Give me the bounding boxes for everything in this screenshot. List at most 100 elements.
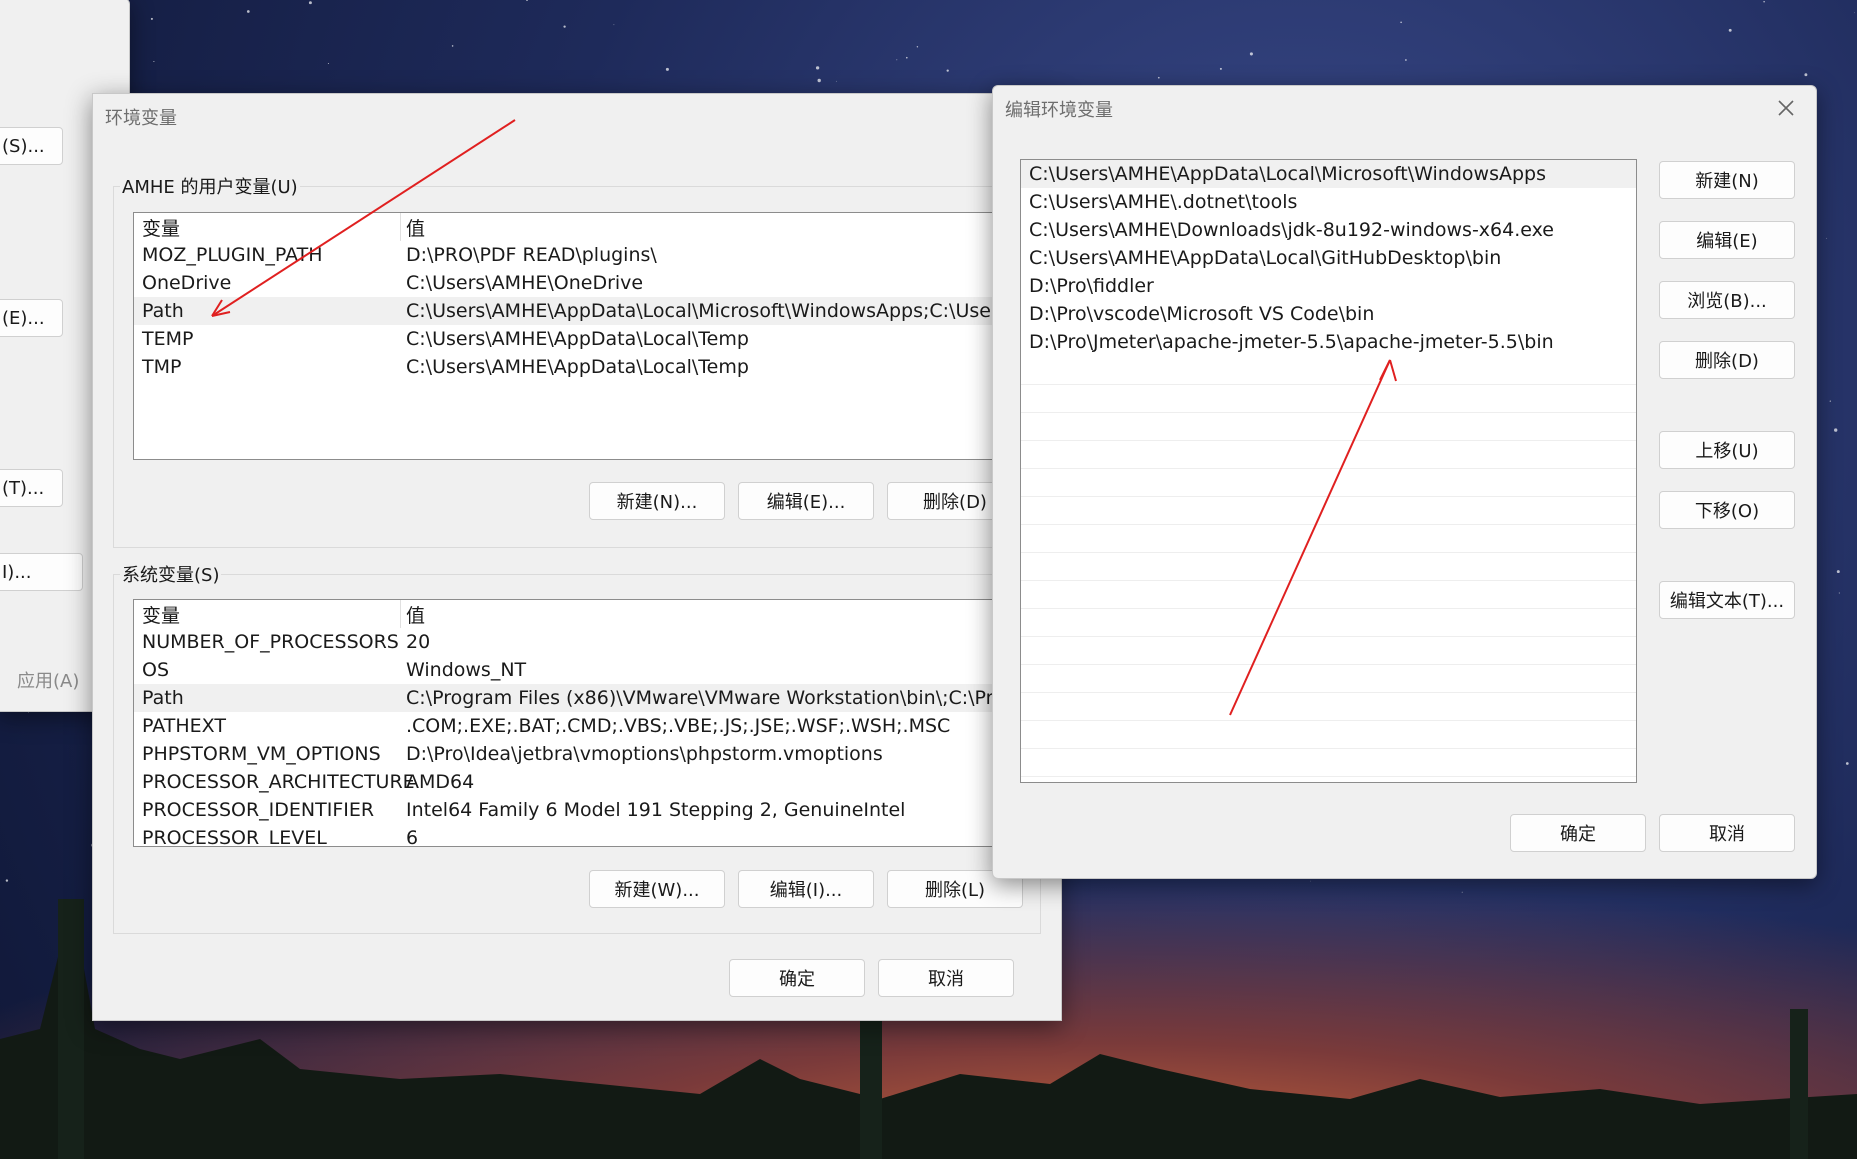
path-entry: C:\Users\AMHE\AppData\Local\Microsoft\Wi… [1029, 163, 1546, 185]
table-row[interactable]: NUMBER_OF_PROCESSORS 20 [134, 628, 1062, 656]
column-separator[interactable] [400, 213, 401, 241]
empty-list-row[interactable] [1021, 608, 1636, 637]
variable-value: 20 [406, 631, 431, 653]
empty-list-row[interactable] [1021, 580, 1636, 609]
env-ok-button[interactable]: 确定 [729, 959, 865, 997]
browse-button[interactable]: 浏览(B)... [1659, 281, 1795, 319]
variable-name: OS [142, 659, 170, 681]
empty-list-row[interactable] [1021, 552, 1636, 581]
variable-name: MOZ_PLUGIN_PATH [142, 244, 323, 266]
table-row[interactable]: TEMP C:\Users\AMHE\AppData\Local\Temp [134, 325, 1062, 353]
empty-list-row[interactable] [1021, 692, 1636, 721]
empty-list-row[interactable] [1021, 664, 1636, 693]
edit-entry-button[interactable]: 编辑(E) [1659, 221, 1795, 259]
variable-value: Intel64 Family 6 Model 191 Stepping 2, G… [406, 799, 906, 821]
variable-value: C:\Users\AMHE\OneDrive [406, 272, 644, 294]
table-row[interactable]: OneDrive C:\Users\AMHE\OneDrive [134, 269, 1062, 297]
env-dialog-title: 环境变量 [105, 108, 177, 129]
table-row[interactable]: PATHEXT .COM;.EXE;.BAT;.CMD;.VBS;.VBE;.J… [134, 712, 1062, 740]
variable-value: C:\Program Files (x86)\VMware\VMware Wor… [406, 687, 1035, 709]
column-header-variable[interactable]: 变量 [142, 214, 180, 241]
variable-name: TEMP [142, 328, 194, 350]
move-down-button[interactable]: 下移(O) [1659, 491, 1795, 529]
table-row[interactable]: PROCESSOR_IDENTIFIER Intel64 Family 6 Mo… [134, 796, 1062, 824]
variable-value: AMD64 [406, 771, 475, 793]
table-row-selected[interactable]: Path C:\Program Files (x86)\VMware\VMwar… [134, 684, 1062, 712]
user-edit-button[interactable]: 编辑(E)... [738, 482, 874, 520]
system-new-button[interactable]: 新建(W)... [589, 870, 725, 908]
list-item[interactable]: C:\Users\AMHE\AppData\Local\GitHubDeskto… [1021, 244, 1636, 272]
table-row[interactable]: TMP C:\Users\AMHE\AppData\Local\Temp [134, 353, 1062, 381]
edit-ok-button[interactable]: 确定 [1510, 814, 1646, 852]
empty-list-row[interactable] [1021, 468, 1636, 497]
empty-list-row[interactable] [1021, 636, 1636, 665]
apply-button[interactable]: 应用(A) [17, 667, 79, 693]
empty-list-row[interactable] [1021, 720, 1636, 749]
variable-value: C:\Users\AMHE\AppData\Local\Temp [406, 328, 749, 350]
user-variables-list[interactable]: 变量 值 MOZ_PLUGIN_PATH D:\PRO\PDF READ\plu… [133, 212, 1063, 460]
column-header-value[interactable]: 值 [406, 214, 425, 241]
variable-value: .COM;.EXE;.BAT;.CMD;.VBS;.VBE;.JS;.JSE;.… [406, 715, 951, 737]
column-separator[interactable] [400, 600, 401, 628]
variable-name: PROCESSOR_LEVEL [142, 827, 327, 847]
table-row[interactable]: MOZ_PLUGIN_PATH D:\PRO\PDF READ\plugins\ [134, 241, 1062, 269]
close-icon[interactable] [1774, 96, 1798, 120]
list-item[interactable]: C:\Users\AMHE\Downloads\jdk-8u192-window… [1021, 216, 1636, 244]
empty-list-row[interactable] [1021, 496, 1636, 525]
table-row[interactable]: PROCESSOR_ARCHITECTURE AMD64 [134, 768, 1062, 796]
move-up-button[interactable]: 上移(U) [1659, 431, 1795, 469]
user-new-button[interactable]: 新建(N)... [589, 482, 725, 520]
background-button-2[interactable]: (E)... [0, 299, 63, 337]
edit-dialog-title: 编辑环境变量 [1005, 100, 1113, 121]
background-button-1[interactable]: (S)... [0, 127, 63, 165]
list-item[interactable]: D:\Pro\vscode\Microsoft VS Code\bin [1021, 300, 1636, 328]
system-variables-label: 系统变量(S) [120, 561, 222, 587]
variable-name: PHPSTORM_VM_OPTIONS [142, 743, 381, 765]
variable-name: PROCESSOR_IDENTIFIER [142, 799, 375, 821]
table-row[interactable]: PHPSTORM_VM_OPTIONS D:\Pro\Idea\jetbra\v… [134, 740, 1062, 768]
variable-name: OneDrive [142, 272, 232, 294]
list-item[interactable]: C:\Users\AMHE\.dotnet\tools [1021, 188, 1636, 216]
new-entry-button[interactable]: 新建(N) [1659, 161, 1795, 199]
delete-entry-button[interactable]: 删除(D) [1659, 341, 1795, 379]
column-header-value[interactable]: 值 [406, 601, 425, 628]
user-list-header[interactable]: 变量 值 [134, 213, 1062, 241]
table-row[interactable]: OS Windows_NT [134, 656, 1062, 684]
column-header-variable[interactable]: 变量 [142, 601, 180, 628]
path-entry: D:\Pro\vscode\Microsoft VS Code\bin [1029, 303, 1375, 325]
variable-value: C:\Users\AMHE\AppData\Local\Temp [406, 356, 749, 378]
env-cancel-button[interactable]: 取消 [878, 959, 1014, 997]
variable-name: TMP [142, 356, 182, 378]
path-entries-list[interactable]: C:\Users\AMHE\AppData\Local\Microsoft\Wi… [1020, 159, 1637, 783]
variable-name: PATHEXT [142, 715, 226, 737]
variable-name: Path [142, 687, 184, 709]
variable-value: C:\Users\AMHE\AppData\Local\Microsoft\Wi… [406, 300, 1034, 322]
system-edit-button[interactable]: 编辑(I)... [738, 870, 874, 908]
user-variables-label: AMHE 的用户变量(U) [120, 173, 300, 199]
variable-name: NUMBER_OF_PROCESSORS [142, 631, 399, 653]
background-button-3[interactable]: (T)... [0, 469, 63, 507]
path-entry: D:\Pro\Jmeter\apache-jmeter-5.5\apache-j… [1029, 331, 1554, 353]
table-row[interactable]: PROCESSOR_LEVEL 6 [134, 824, 1062, 847]
path-entry: C:\Users\AMHE\Downloads\jdk-8u192-window… [1029, 219, 1554, 241]
empty-list-row[interactable] [1021, 384, 1636, 413]
env-variables-dialog: 环境变量 AMHE 的用户变量(U) 变量 值 MOZ_PLUGIN_PATH … [92, 93, 1063, 1021]
table-row-selected[interactable]: Path C:\Users\AMHE\AppData\Local\Microso… [134, 297, 1062, 325]
list-item[interactable]: D:\Pro\fiddler [1021, 272, 1636, 300]
path-entry: C:\Users\AMHE\.dotnet\tools [1029, 191, 1298, 213]
variable-value: D:\Pro\Idea\jetbra\vmoptions\phpstorm.vm… [406, 743, 883, 765]
edit-cancel-button[interactable]: 取消 [1659, 814, 1795, 852]
variable-name: PROCESSOR_ARCHITECTURE [142, 771, 415, 793]
list-item[interactable]: D:\Pro\Jmeter\apache-jmeter-5.5\apache-j… [1021, 328, 1636, 356]
empty-list-row[interactable] [1021, 524, 1636, 553]
empty-list-row[interactable] [1021, 356, 1636, 385]
system-variables-list[interactable]: 变量 值 NUMBER_OF_PROCESSORS 20 OS Windows_… [133, 599, 1063, 847]
system-list-header[interactable]: 变量 值 [134, 600, 1062, 628]
list-item[interactable]: C:\Users\AMHE\AppData\Local\Microsoft\Wi… [1021, 160, 1636, 188]
empty-list-row[interactable] [1021, 412, 1636, 441]
empty-list-row[interactable] [1021, 440, 1636, 469]
empty-list-row[interactable] [1021, 748, 1636, 777]
background-button-4[interactable]: I)... [0, 553, 83, 591]
edit-env-variable-dialog: 编辑环境变量 C:\Users\AMHE\AppData\Local\Micro… [992, 85, 1817, 879]
edit-text-button[interactable]: 编辑文本(T)... [1659, 581, 1795, 619]
